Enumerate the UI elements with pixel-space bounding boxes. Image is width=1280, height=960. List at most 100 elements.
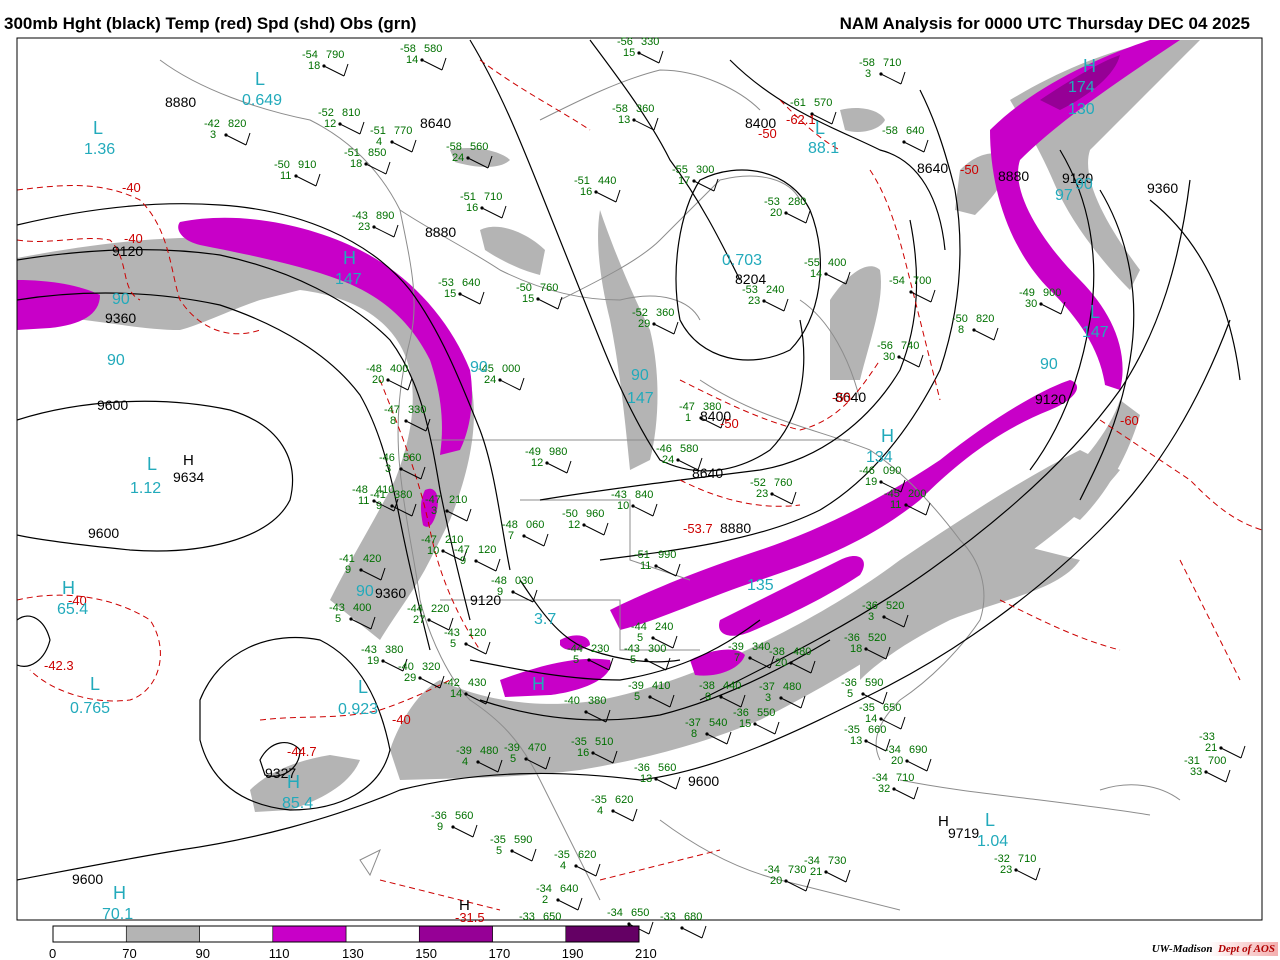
- obs-speed: 18: [850, 643, 862, 655]
- station-obs: -55 40014: [804, 257, 851, 285]
- wind-barb: [905, 504, 927, 516]
- station-dot: [627, 922, 631, 926]
- wind-barb-flag: [466, 508, 472, 522]
- speed-label: 90: [1075, 176, 1093, 193]
- obs-height: 330: [641, 36, 659, 48]
- wind-barb: [638, 52, 660, 64]
- wind-barb: [973, 329, 995, 341]
- station-dot: [824, 870, 828, 874]
- wind-barb: [1015, 869, 1037, 881]
- obs-height: 790: [326, 49, 344, 61]
- temp-label: -31.5: [455, 910, 485, 925]
- wind-barb-flag: [923, 139, 929, 153]
- temp-label: -50: [832, 390, 851, 405]
- obs-speed: 30: [1025, 298, 1037, 310]
- station-obs: -35 5905: [490, 834, 537, 862]
- legend-swatch: [52, 925, 127, 943]
- obs-temp: -33: [519, 911, 535, 923]
- station-dot: [582, 523, 586, 527]
- obs-height: 680: [684, 911, 702, 923]
- obs-height: 470: [528, 742, 546, 754]
- speed-label: 0.765: [70, 700, 110, 717]
- obs-speed: 5: [496, 845, 502, 857]
- wind-barb-flag: [913, 786, 919, 800]
- obs-height: 210: [449, 494, 467, 506]
- obs-speed: 5: [630, 654, 636, 666]
- wind-barb: [763, 300, 785, 312]
- wind-barb: [653, 323, 675, 335]
- station-dot: [972, 328, 976, 332]
- obs-speed: 12: [531, 457, 543, 469]
- station-dot: [466, 156, 470, 160]
- obs-height: 820: [976, 313, 994, 325]
- speed-label: 85.4: [282, 795, 313, 812]
- obs-height: 640: [462, 277, 480, 289]
- temp-label: -40: [124, 231, 143, 246]
- obs-height: 420: [363, 553, 381, 565]
- obs-height: 960: [586, 508, 604, 520]
- obs-speed: 4: [462, 756, 468, 768]
- wind-barb-flag: [783, 298, 789, 312]
- station-dot: [498, 378, 502, 382]
- station-dot: [748, 656, 752, 660]
- wind-barb: [225, 134, 247, 146]
- obs-height: 990: [658, 549, 676, 561]
- obs-speed: 24: [452, 152, 464, 164]
- obs-height: 340: [752, 641, 770, 653]
- obs-height: 330: [408, 404, 426, 416]
- obs-speed: 16: [580, 186, 592, 198]
- station-obs: -44 22027: [407, 603, 454, 631]
- obs-temp: -58: [882, 125, 898, 137]
- station-dot: [905, 759, 909, 763]
- obs-height: 570: [814, 97, 832, 109]
- obs-speed: 3: [385, 463, 391, 475]
- speed-label: 70.1: [102, 906, 133, 923]
- obs-height: 230: [591, 643, 609, 655]
- wind-barb: [391, 141, 413, 153]
- obs-height: 520: [868, 632, 886, 644]
- obs-speed: 29: [404, 672, 416, 684]
- obs-speed: 33: [1190, 766, 1202, 778]
- obs-height: 480: [793, 646, 811, 658]
- wind-barb: [903, 141, 925, 153]
- wind-barb: [825, 871, 847, 883]
- station-obs: -51 99011: [634, 549, 681, 577]
- obs-speed: 24: [662, 454, 674, 466]
- speed-center-marker: H: [532, 674, 545, 694]
- station-obs: -33 680: [660, 911, 707, 939]
- obs-speed: 3: [868, 611, 874, 623]
- wind-barb: [754, 723, 776, 735]
- obs-height: 400: [828, 257, 846, 269]
- obs-speed: 11: [358, 495, 369, 507]
- speed-label: 90: [356, 583, 374, 600]
- station-obs: -34 73021: [804, 855, 851, 883]
- obs-speed: 14: [810, 268, 822, 280]
- temp-label: -53.7: [683, 521, 713, 536]
- wind-barb: [612, 810, 634, 822]
- wind-barb-flag: [566, 460, 572, 474]
- station-dot: [1014, 868, 1018, 872]
- speed-center-marker: L: [93, 118, 103, 138]
- wind-barb-flag: [411, 139, 417, 153]
- station-dot: [381, 659, 385, 663]
- wind-barb: [557, 899, 579, 911]
- obs-height: 240: [766, 284, 784, 296]
- station-obs: -43 3005: [624, 643, 671, 671]
- station-obs: -43 84010: [611, 489, 658, 517]
- obs-speed: 12: [324, 118, 336, 130]
- wind-barb-flag: [900, 71, 906, 85]
- height-label: 9600: [88, 525, 119, 541]
- wind-barb-flag: [701, 925, 707, 939]
- obs-height: 690: [909, 744, 927, 756]
- station-dot: [545, 461, 549, 465]
- speed-label: 90: [107, 352, 125, 369]
- obs-speed: 9: [460, 555, 466, 567]
- obs-height: 240: [655, 621, 673, 633]
- wind-barb: [906, 760, 928, 772]
- obs-speed: 9: [376, 500, 382, 512]
- obs-temp: -54: [889, 275, 905, 287]
- temp-label: -40: [392, 712, 411, 727]
- temp-label: -60: [1120, 413, 1139, 428]
- obs-speed: 14: [450, 688, 462, 700]
- wind-barb-flag: [652, 503, 658, 517]
